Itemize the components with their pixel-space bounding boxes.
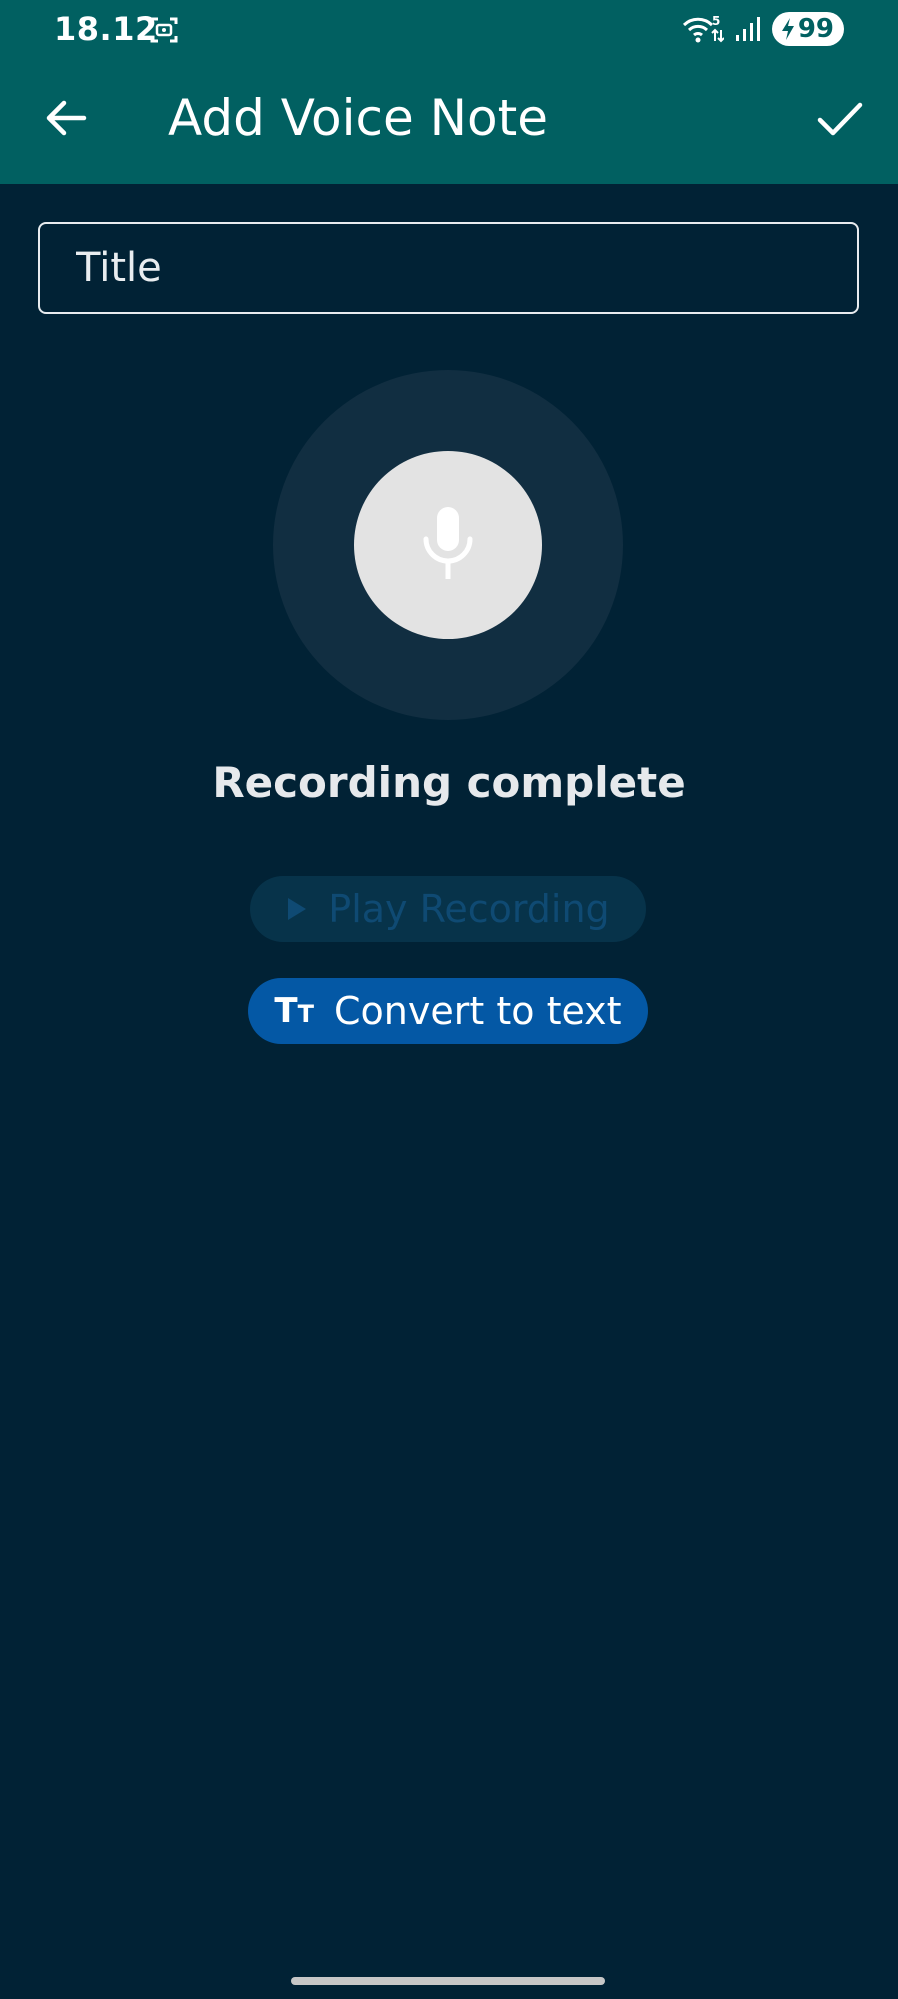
status-time: 18.12	[54, 10, 158, 48]
battery-level: 99	[797, 14, 834, 44]
home-indicator[interactable]	[291, 1977, 605, 1985]
play-recording-label: Play Recording	[328, 887, 610, 931]
convert-to-text-label: Convert to text	[334, 989, 622, 1033]
record-button[interactable]	[354, 451, 542, 639]
recording-status: Recording complete	[212, 758, 686, 807]
app-bar: 18.12 5 99 Add Voice Note	[0, 0, 898, 184]
wifi-icon: 5	[682, 14, 724, 43]
text-size-icon: TT	[274, 991, 314, 1031]
arrow-left-icon	[46, 100, 87, 136]
microphone-icon	[423, 507, 473, 579]
status-icons: 5 99	[682, 12, 844, 46]
network-badge: 5	[712, 14, 720, 28]
battery-indicator: 99	[771, 12, 844, 46]
battery-charging-icon	[781, 18, 794, 40]
back-button[interactable]	[40, 92, 92, 144]
play-icon	[288, 898, 307, 920]
signal-icon	[735, 17, 760, 41]
check-icon	[817, 102, 863, 136]
title-field[interactable]	[38, 222, 859, 314]
page-title: Add Voice Note	[168, 89, 549, 147]
convert-to-text-button[interactable]: TT Convert to text	[248, 978, 648, 1044]
play-recording-button[interactable]: Play Recording	[250, 876, 646, 942]
title-input[interactable]	[76, 245, 857, 291]
screenshot-icon	[150, 17, 178, 43]
save-button[interactable]	[810, 90, 870, 150]
